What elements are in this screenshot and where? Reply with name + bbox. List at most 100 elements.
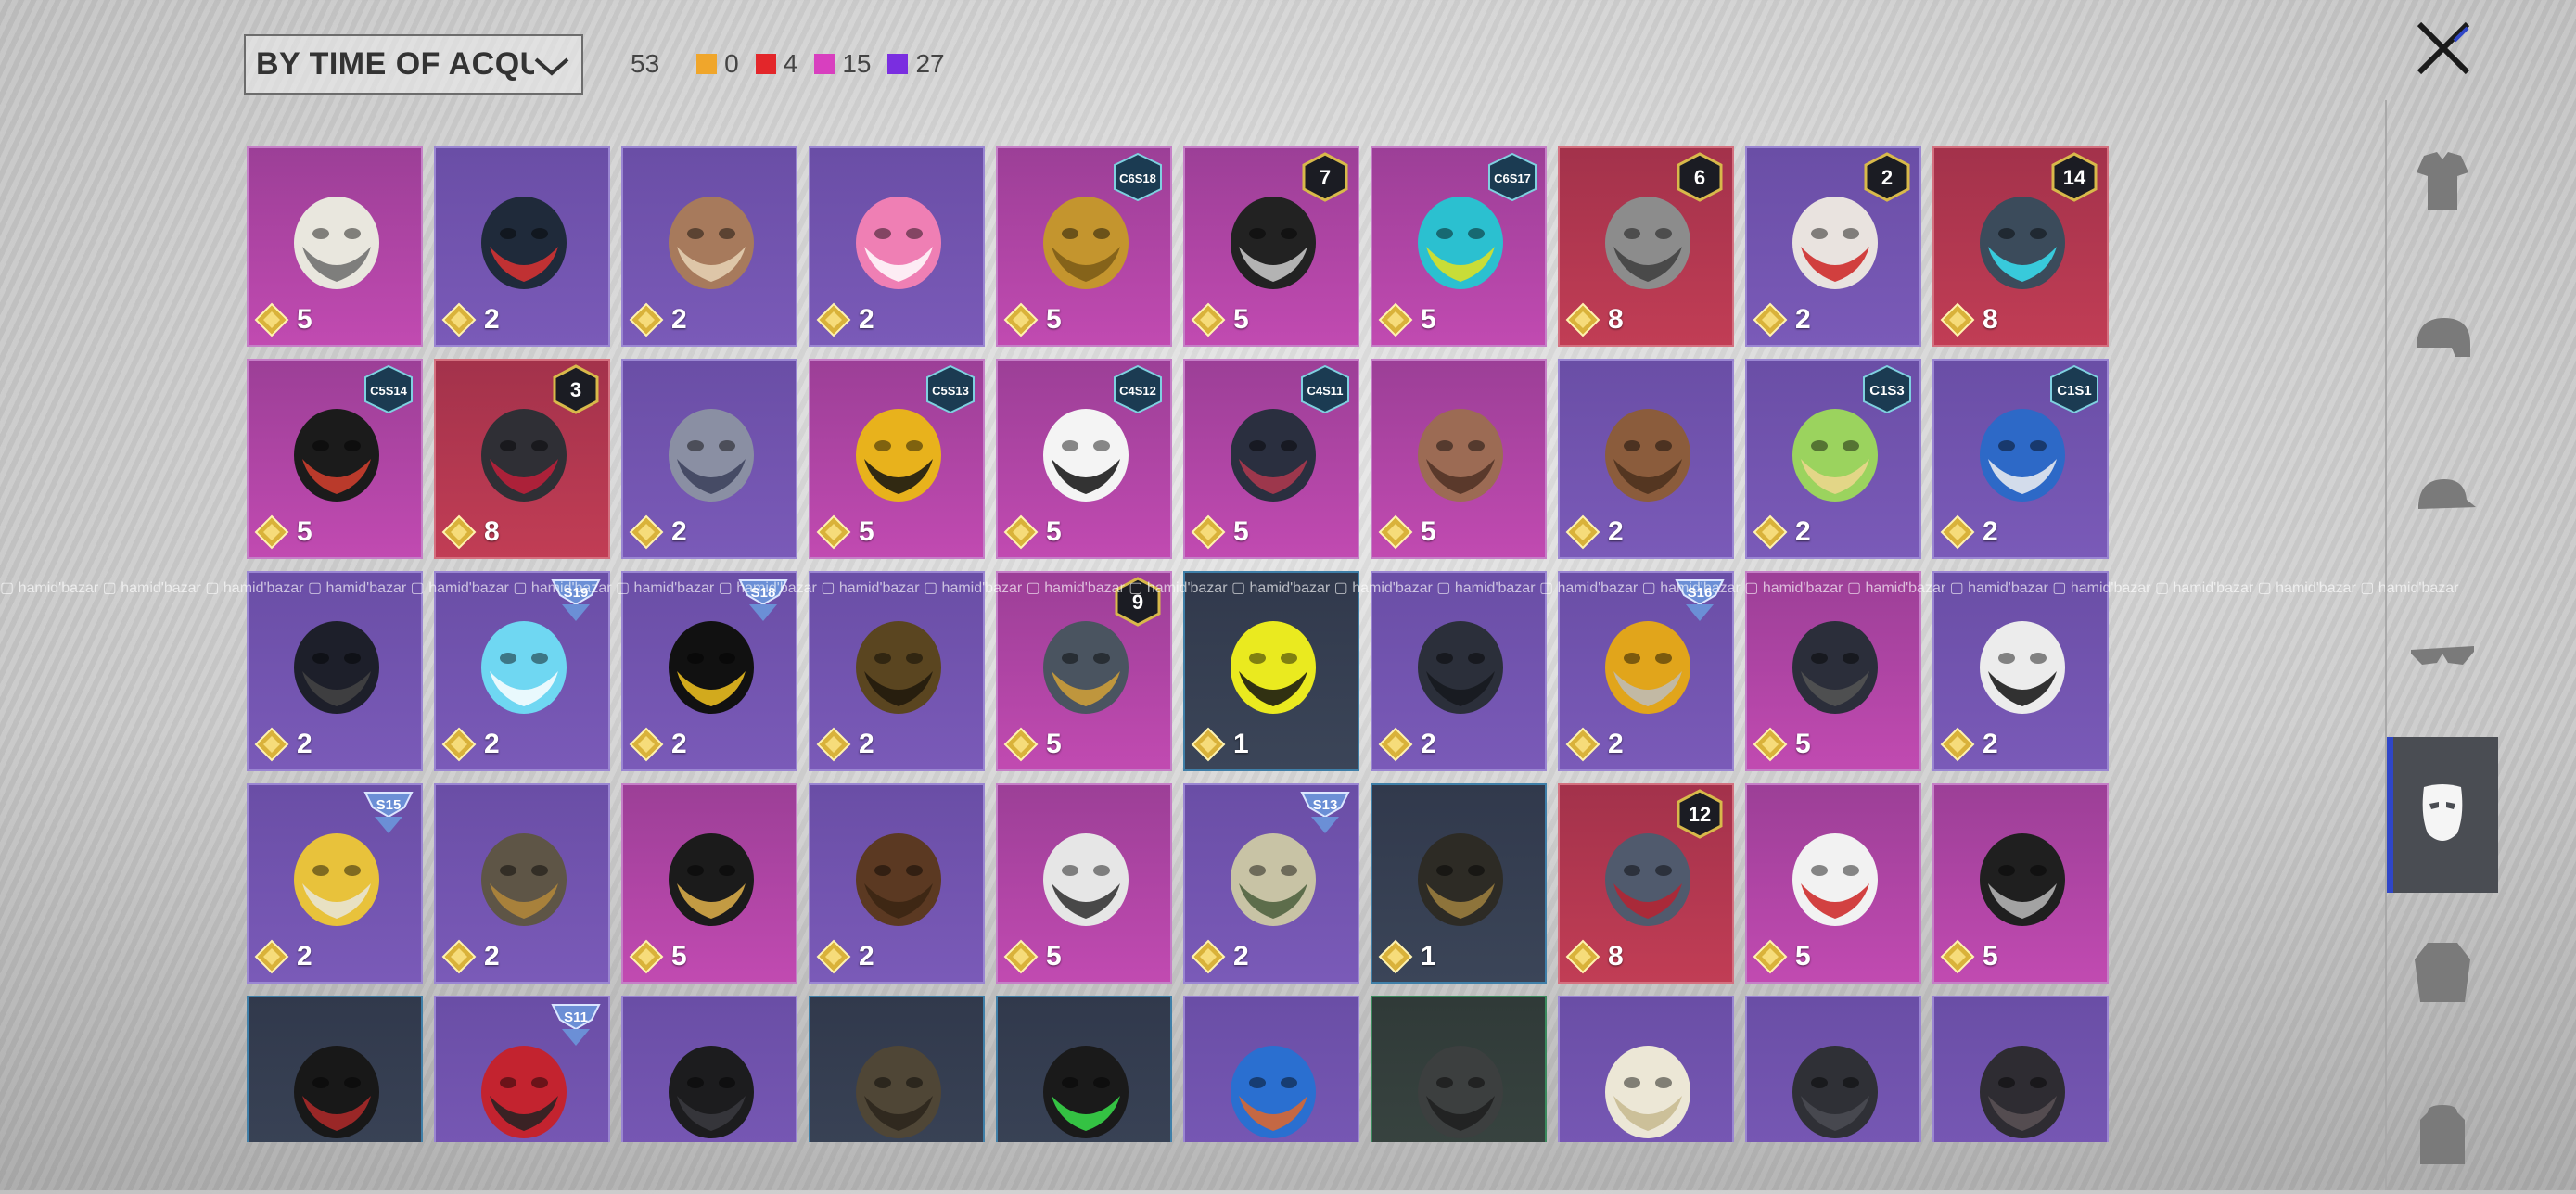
item-value: 2 <box>629 514 687 550</box>
item-card[interactable] <box>1932 996 2109 1142</box>
item-card[interactable]: 2 <box>621 359 797 559</box>
item-value: 2 <box>1378 727 1436 762</box>
item-card[interactable]: S15 2 <box>247 783 423 984</box>
item-count: 2 <box>484 941 500 972</box>
item-card[interactable]: 2 <box>247 571 423 771</box>
diamond-coin-icon <box>1003 939 1039 974</box>
season-badge: C4S11 <box>1301 364 1349 414</box>
mustache-icon <box>856 833 941 926</box>
jacket-icon <box>2415 943 2470 1002</box>
diamond-coin-icon <box>441 727 477 762</box>
item-card[interactable]: 5 <box>247 146 423 347</box>
gas-mask-icon <box>481 197 567 289</box>
item-card[interactable] <box>809 996 985 1142</box>
item-card[interactable]: 38 <box>434 359 610 559</box>
item-card[interactable]: C6S18 5 <box>996 146 1172 347</box>
item-card[interactable] <box>1183 996 1359 1142</box>
category-tab[interactable] <box>2387 1075 2498 1194</box>
item-value: 8 <box>441 514 500 550</box>
item-count: 5 <box>671 941 687 972</box>
item-count: 5 <box>1233 516 1249 547</box>
item-card[interactable]: 2 <box>809 571 985 771</box>
item-card[interactable]: 5 <box>1745 783 1921 984</box>
item-card[interactable]: C4S11 5 <box>1183 359 1359 559</box>
category-tab[interactable] <box>2387 737 2498 893</box>
item-card[interactable]: C6S17 5 <box>1371 146 1547 347</box>
item-card[interactable]: C1S1 2 <box>1932 359 2109 559</box>
item-card[interactable]: 1 <box>1183 571 1359 771</box>
item-card[interactable]: 2 <box>1558 359 1734 559</box>
category-tab[interactable] <box>2387 122 2498 241</box>
item-card[interactable]: 68 <box>1558 146 1734 347</box>
item-value: 2 <box>816 302 874 337</box>
item-count: 8 <box>1983 304 1998 335</box>
item-card[interactable]: S13 2 <box>1183 783 1359 984</box>
item-count: 5 <box>1795 941 1811 972</box>
item-card[interactable]: 1 <box>1371 783 1547 984</box>
item-card[interactable]: C5S14 5 <box>247 359 423 559</box>
item-card[interactable] <box>247 996 423 1142</box>
close-icon[interactable] <box>2408 13 2479 83</box>
count-value: 4 <box>783 49 798 78</box>
item-card[interactable]: 75 <box>1183 146 1359 347</box>
item-value: 5 <box>1003 727 1062 762</box>
item-value: 5 <box>1753 727 1811 762</box>
item-card[interactable]: 5 <box>1932 783 2109 984</box>
season-badge: C6S17 <box>1488 152 1537 202</box>
item-card[interactable]: 5 <box>1371 359 1547 559</box>
item-card[interactable]: 14 8 <box>1932 146 2109 347</box>
diamond-coin-icon <box>1003 302 1039 337</box>
item-card[interactable]: 2 <box>1371 571 1547 771</box>
spiked-mask-icon <box>1792 621 1878 714</box>
item-card[interactable]: 2 <box>809 783 985 984</box>
item-count: 8 <box>484 516 500 547</box>
item-card[interactable] <box>996 996 1172 1142</box>
season-badge-label: C1S1 <box>2057 383 2092 399</box>
item-card[interactable]: 5 <box>1745 571 1921 771</box>
item-count: 2 <box>859 304 874 335</box>
item-value: 8 <box>1565 302 1624 337</box>
item-count: 5 <box>859 516 874 547</box>
mammoth-mask-icon <box>669 197 754 289</box>
item-card[interactable]: S18 2 <box>621 571 797 771</box>
item-card[interactable]: 2 <box>434 783 610 984</box>
item-card[interactable] <box>1745 996 1921 1142</box>
item-card[interactable]: 95 <box>996 571 1172 771</box>
category-tab[interactable] <box>2387 440 2498 559</box>
item-card[interactable]: S16 2 <box>1558 571 1734 771</box>
diamond-coin-icon <box>1191 514 1226 550</box>
item-card[interactable] <box>621 996 797 1142</box>
item-card[interactable]: C5S13 5 <box>809 359 985 559</box>
item-value: 2 <box>441 302 500 337</box>
item-card[interactable]: 5 <box>996 783 1172 984</box>
season-badge-label: 6 <box>1694 166 1705 189</box>
season-badge-label: 9 <box>1132 591 1143 614</box>
category-tab[interactable] <box>2387 913 2498 1032</box>
item-card[interactable]: 5 <box>621 783 797 984</box>
category-tab[interactable] <box>2387 598 2498 717</box>
category-tab[interactable] <box>2387 283 2498 401</box>
item-card[interactable]: 12 8 <box>1558 783 1734 984</box>
item-card[interactable]: C4S12 5 <box>996 359 1172 559</box>
item-card[interactable]: 2 <box>434 146 610 347</box>
item-value: 5 <box>1191 302 1249 337</box>
item-card[interactable]: S11 <box>434 996 610 1142</box>
item-value: 2 <box>816 939 874 974</box>
white-bandana-icon <box>1605 1046 1690 1138</box>
item-value: 2 <box>1753 514 1811 550</box>
item-count: 5 <box>1046 941 1062 972</box>
diamond-coin-icon <box>254 514 289 550</box>
item-card[interactable]: 22 <box>1745 146 1921 347</box>
count-rare: 27 <box>887 49 945 79</box>
item-grid: 5 2 2 2 C6S18 5 7 5 C6S17 5 6 8 2 2 14 8 C5S14 5 3 8 2 C5S13 5… <box>247 146 2111 1142</box>
riot-helmet-icon <box>1792 1046 1878 1138</box>
item-card[interactable] <box>1558 996 1734 1142</box>
item-card[interactable] <box>1371 996 1547 1142</box>
item-card[interactable]: C1S3 2 <box>1745 359 1921 559</box>
item-value: 5 <box>1003 939 1062 974</box>
item-card[interactable]: S19 2 <box>434 571 610 771</box>
sort-dropdown[interactable]: BY TIME OF ACQUISIT <box>244 34 583 95</box>
item-card[interactable]: 2 <box>809 146 985 347</box>
item-card[interactable]: 2 <box>621 146 797 347</box>
item-card[interactable]: 2 <box>1932 571 2109 771</box>
